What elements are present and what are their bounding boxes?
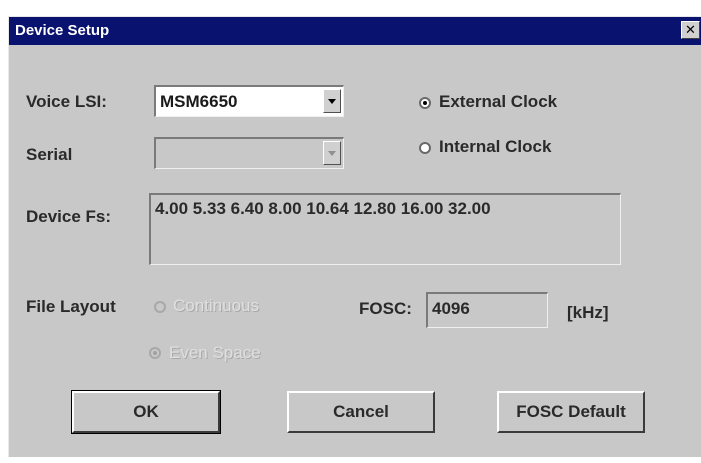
file-layout-label: File Layout <box>26 297 116 316</box>
external-clock-label[interactable]: External Clock <box>439 92 557 112</box>
fosc-label: FOSC: <box>359 299 412 318</box>
chevron-down-icon[interactable] <box>323 141 341 165</box>
fosc-unit-label: [kHz] <box>567 303 609 322</box>
voice-lsi-select[interactable]: MSM6650 <box>154 85 344 117</box>
even-space-label[interactable]: Even Space <box>169 343 261 363</box>
voice-lsi-value: MSM6650 <box>160 92 238 111</box>
external-clock-radio[interactable] <box>419 97 431 109</box>
internal-clock-label[interactable]: Internal Clock <box>439 137 551 157</box>
close-icon[interactable]: ✕ <box>681 21 700 39</box>
serial-select[interactable] <box>154 137 344 169</box>
cancel-button[interactable]: Cancel <box>287 391 435 433</box>
internal-clock-radio[interactable] <box>419 142 431 154</box>
window-title: Device Setup <box>15 22 110 39</box>
serial-label: Serial <box>26 145 73 164</box>
voice-lsi-label: Voice LSI: <box>26 92 107 111</box>
fosc-default-button[interactable]: FOSC Default <box>497 391 645 433</box>
device-fs-label: Device Fs: <box>26 207 112 226</box>
fosc-input[interactable]: 4096 <box>426 292 548 328</box>
title-bar: Device Setup ✕ <box>9 17 701 45</box>
even-space-radio[interactable] <box>149 347 161 359</box>
continuous-label[interactable]: Continuous <box>173 296 259 316</box>
device-fs-field[interactable]: 4.00 5.33 6.40 8.00 10.64 12.80 16.00 32… <box>149 193 621 265</box>
chevron-down-icon[interactable] <box>323 89 341 113</box>
device-setup-dialog: Device Setup ✕ Voice LSI: MSM6650 Serial… <box>8 16 701 457</box>
ok-button[interactable]: OK <box>71 390 221 434</box>
continuous-radio[interactable] <box>154 301 166 313</box>
